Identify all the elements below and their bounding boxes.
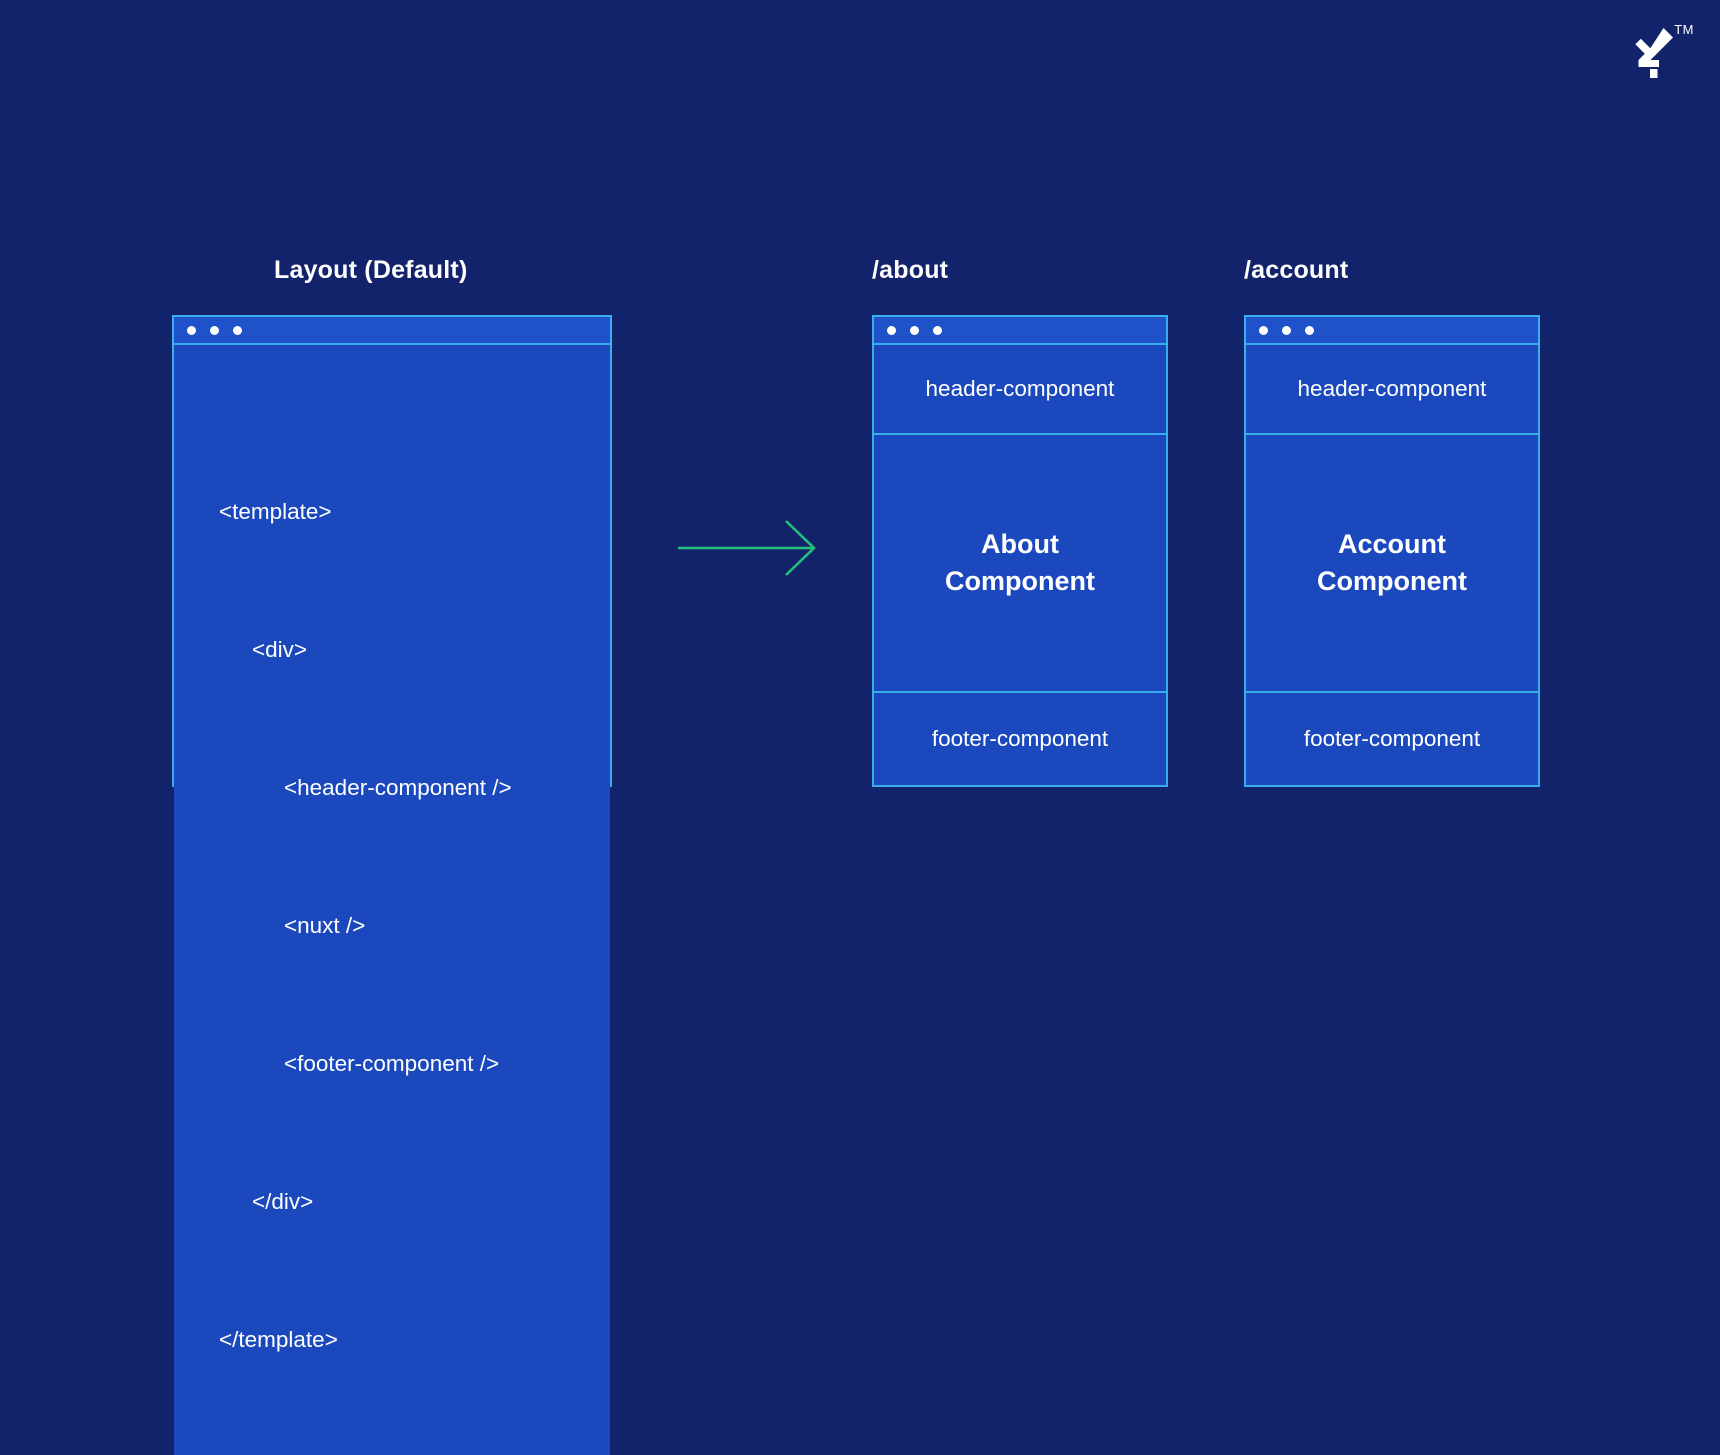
code-line: <template>: [219, 499, 332, 524]
code-line: <div>: [252, 637, 308, 662]
code-line: </div>: [252, 1189, 314, 1214]
account-panel-caption: /account: [1244, 256, 1349, 284]
about-component-slot: About Component: [874, 435, 1166, 693]
about-panel-caption: /about: [872, 256, 949, 284]
component-title-line2: Component: [945, 566, 1095, 596]
footer-component-slot: footer-component: [874, 693, 1166, 785]
window-titlebar: [874, 317, 1166, 345]
footer-component-slot: footer-component: [1246, 693, 1538, 785]
window-dot-1: [1259, 325, 1268, 335]
window-dot-2: [210, 325, 219, 335]
window-dot-1: [887, 325, 896, 335]
window-dot-3: [933, 325, 942, 335]
layout-panel-caption: Layout (Default): [274, 256, 468, 284]
window-body: <template> <div> <header-component /> <n…: [174, 345, 610, 1455]
component-title-line1: Account: [1337, 529, 1446, 559]
code-line: <header-component />: [284, 775, 512, 800]
layout-code-block: <template> <div> <header-component /> <n…: [174, 345, 610, 1455]
window-dot-2: [910, 325, 919, 335]
header-component-slot: header-component: [874, 345, 1166, 435]
account-route-window: header-component Account Component foote…: [1244, 315, 1540, 787]
window-dot-3: [1305, 325, 1314, 335]
window-dot-3: [233, 325, 242, 335]
trademark-symbol: TM: [1674, 22, 1694, 37]
code-line: </template>: [219, 1327, 338, 1352]
layout-default-window: <template> <div> <header-component /> <n…: [172, 315, 612, 1455]
window-titlebar: [174, 317, 610, 345]
component-title-line2: Component: [1317, 566, 1467, 596]
account-component-slot: Account Component: [1246, 435, 1538, 693]
window-dot-1: [187, 325, 196, 335]
window-body: header-component Account Component foote…: [1246, 345, 1538, 785]
header-component-slot: header-component: [1246, 345, 1538, 435]
component-title-line1: About: [981, 529, 1059, 559]
window-dot-2: [1282, 325, 1291, 335]
code-line: <footer-component />: [284, 1051, 500, 1076]
window-titlebar: [1246, 317, 1538, 345]
window-body: header-component About Component footer-…: [874, 345, 1166, 785]
code-line: <nuxt />: [284, 913, 366, 938]
arrow-right-icon: [678, 518, 818, 578]
about-route-window: header-component About Component footer-…: [872, 315, 1168, 787]
